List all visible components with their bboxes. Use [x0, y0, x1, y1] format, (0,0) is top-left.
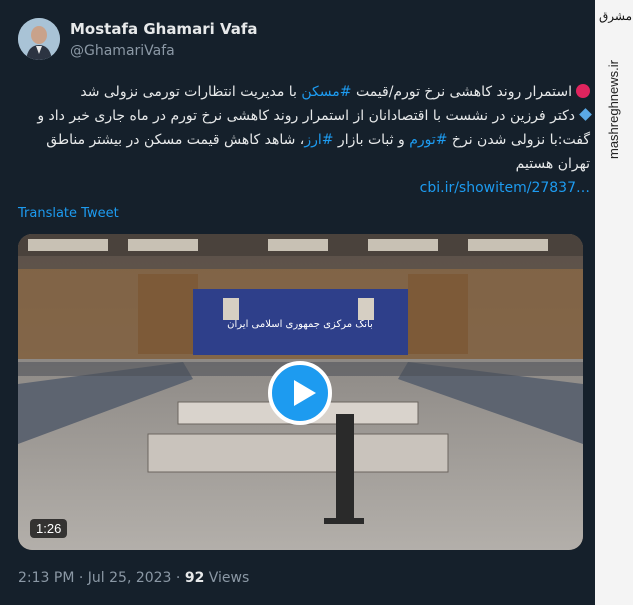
hashtag-tavarom[interactable]: #تورم	[409, 132, 447, 148]
views-label: Views	[208, 570, 250, 586]
text-segment: با مدیریت انتظارات تورمی نزولی شد	[80, 84, 302, 100]
avatar-image	[18, 18, 60, 60]
banner-text: بانک مرکزی جمهوری اسلامی ایران	[227, 319, 373, 330]
red-circle-icon	[576, 84, 590, 98]
text-segment: و ثبات بازار	[333, 132, 410, 148]
tweet-card: Mostafa Ghamari Vafa @GhamariVafa استمرا…	[0, 0, 595, 605]
translate-tweet-link[interactable]: Translate Tweet	[18, 206, 119, 221]
tweet-line-1: استمرار روند کاهشی نرخ تورم/قیمت #مسکن ب…	[18, 80, 590, 104]
watermark-strip: مشرق mashreghnews.ir	[595, 0, 633, 605]
tweet-line-link: cbi.ir/showitem/27837…	[18, 176, 590, 200]
blue-diamond-icon	[579, 108, 592, 121]
video-player[interactable]: بانک مرکزی جمهوری اسلامی ایران 1:26	[18, 234, 583, 550]
hashtag-maskan[interactable]: #مسکن	[301, 84, 351, 100]
meta-separator: ·	[78, 570, 84, 586]
tweet-text: استمرار روند کاهشی نرخ تورم/قیمت #مسکن ب…	[18, 80, 592, 200]
meta-separator: ·	[175, 570, 181, 586]
hashtag-arz[interactable]: #ارز	[304, 132, 333, 148]
tweet-time[interactable]: 2:13 PM	[18, 570, 74, 586]
video-duration: 1:26	[30, 519, 68, 538]
text-segment: استمرار روند کاهشی نرخ تورم/قیمت	[351, 84, 572, 100]
tweet-link[interactable]: cbi.ir/showitem/27837…	[420, 180, 590, 196]
avatar[interactable]	[18, 18, 60, 60]
tweet-line-2: دکتر فرزین در نشست با اقتصادانان از استم…	[18, 104, 592, 176]
mashregh-logo: مشرق	[599, 9, 633, 23]
tweet-meta: 2:13 PM · Jul 25, 2023 · 92 Views	[18, 570, 249, 586]
watermark-url: mashreghnews.ir	[606, 60, 621, 159]
views-count: 92	[184, 570, 205, 586]
author-name[interactable]: Mostafa Ghamari Vafa	[70, 20, 258, 38]
tweet-date[interactable]: Jul 25, 2023	[88, 570, 172, 586]
play-button[interactable]	[268, 361, 332, 425]
author-handle[interactable]: @GhamariVafa	[70, 43, 175, 59]
